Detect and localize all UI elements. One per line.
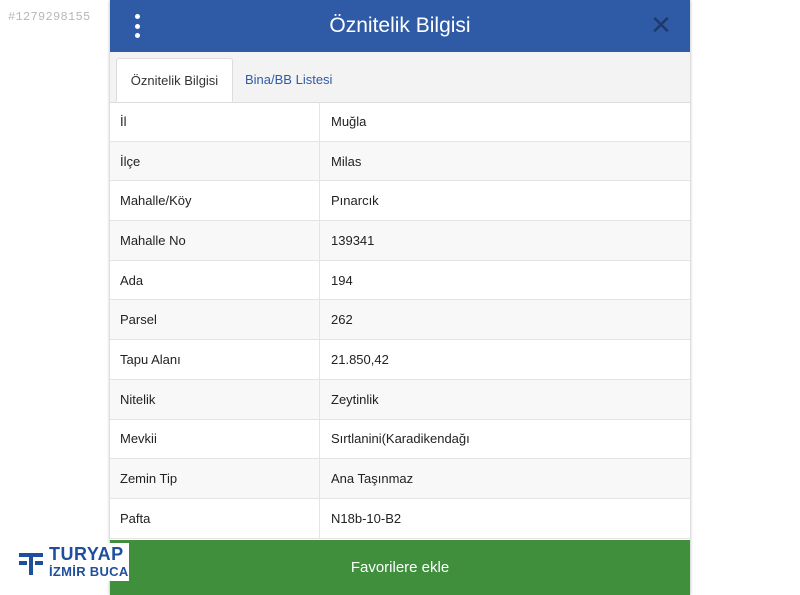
row-value: Zeytinlik bbox=[331, 391, 379, 407]
row-key: Ada bbox=[110, 260, 320, 300]
add-to-favorites-button[interactable]: Favorilere ekle bbox=[110, 540, 690, 595]
tab-bina-bb-listesi[interactable]: Bina/BB Listesi bbox=[235, 58, 342, 102]
attribute-table: İl Muğla İlçe Milas Mahalle/Köy Pınarcık Ma… bbox=[110, 102, 690, 539]
row-value: Ana Taşınmaz bbox=[331, 471, 414, 487]
row-value: Muğla bbox=[331, 113, 367, 129]
row-key: Zemin Tip bbox=[110, 459, 320, 498]
row-key: Mevkii bbox=[110, 419, 320, 459]
logo-line1: TURYAP bbox=[49, 544, 124, 564]
panel-header: Öznitelik Bilgisi ✕ bbox=[110, 0, 690, 52]
row-key: İlçe bbox=[110, 141, 320, 181]
turyap-logo-icon bbox=[19, 553, 43, 575]
row-value: Pınarcık bbox=[331, 193, 379, 209]
table-row: Pafta N18b-10-B2 bbox=[110, 498, 690, 539]
table-row: Zemin Tip Ana Taşınmaz bbox=[110, 459, 690, 499]
row-key: Pafta bbox=[110, 498, 320, 538]
turyap-logo: TURYAP İZMİR BUCA bbox=[15, 543, 129, 581]
row-value: 194 bbox=[331, 272, 353, 288]
table-row: Mahalle/Köy Pınarcık bbox=[110, 181, 690, 222]
attribute-panel: Öznitelik Bilgisi ✕ Öznitelik Bilgisi Bi… bbox=[110, 0, 690, 595]
table-row: İl Muğla bbox=[110, 102, 690, 142]
row-key: İl bbox=[110, 102, 320, 141]
row-key: Parsel bbox=[110, 300, 320, 340]
row-value: 262 bbox=[331, 312, 353, 328]
tab-oznitelik-bilgisi[interactable]: Öznitelik Bilgisi bbox=[116, 58, 233, 102]
tab-bar: Öznitelik Bilgisi Bina/BB Listesi bbox=[110, 52, 690, 103]
row-value: N18b-10-B2 bbox=[331, 510, 402, 526]
close-icon[interactable]: ✕ bbox=[648, 12, 674, 38]
left-background bbox=[0, 0, 110, 595]
table-row: Parsel 262 bbox=[110, 300, 690, 341]
row-key: Mahalle No bbox=[110, 221, 320, 260]
right-background bbox=[690, 0, 800, 595]
table-row: İlçe Milas bbox=[110, 141, 690, 182]
table-row: Mevkii Sırtlanini(Karadikendağı bbox=[110, 419, 690, 460]
table-row: Mahalle No 139341 bbox=[110, 221, 690, 261]
row-key: Mahalle/Köy bbox=[110, 181, 320, 221]
table-row: Nitelik Zeytinlik bbox=[110, 379, 690, 420]
row-value: Milas bbox=[331, 153, 362, 169]
watermark-id: #1279298155 bbox=[8, 10, 91, 24]
table-row: Tapu Alanı 21.850,42 bbox=[110, 340, 690, 380]
row-key: Tapu Alanı bbox=[110, 340, 320, 379]
kebab-menu-icon[interactable] bbox=[130, 13, 144, 39]
logo-line2: İZMİR BUCA bbox=[49, 564, 129, 579]
row-value: 139341 bbox=[331, 232, 375, 248]
panel-title: Öznitelik Bilgisi bbox=[329, 14, 471, 37]
row-key: Nitelik bbox=[110, 379, 320, 419]
row-value: 21.850,42 bbox=[331, 351, 389, 367]
table-row: Ada 194 bbox=[110, 260, 690, 301]
row-value: Sırtlanini(Karadikendağı bbox=[331, 431, 470, 447]
